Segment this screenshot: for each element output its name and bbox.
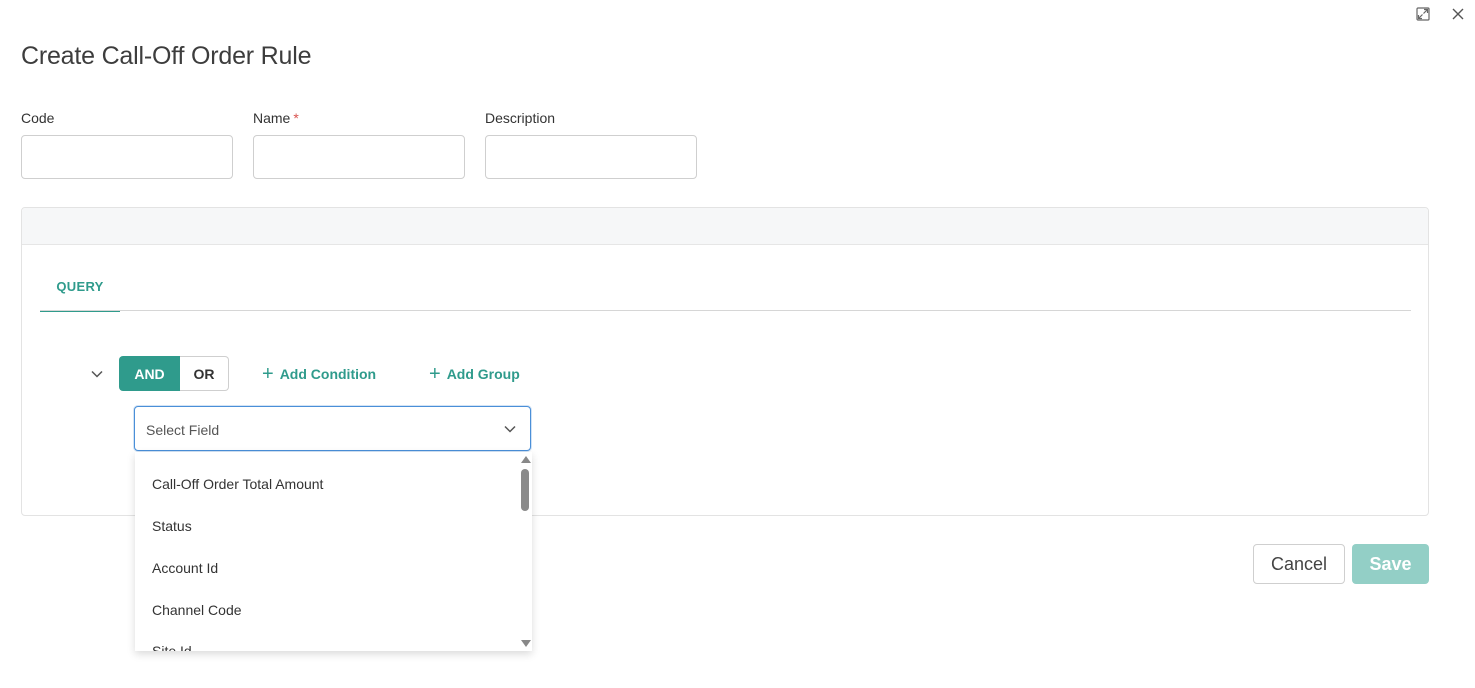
chevron-down-icon — [502, 421, 518, 442]
code-label: Code — [21, 110, 55, 126]
add-condition-button[interactable]: + Add Condition — [262, 364, 376, 384]
select-placeholder: Select Field — [146, 422, 220, 438]
and-button[interactable]: AND — [119, 356, 180, 391]
description-label: Description — [485, 110, 556, 126]
chevron-down-icon[interactable] — [88, 365, 106, 383]
code-input[interactable] — [21, 135, 233, 179]
scrollbar-thumb[interactable] — [521, 469, 529, 511]
required-asterisk: * — [293, 110, 299, 126]
tab-query[interactable]: QUERY — [40, 278, 120, 312]
name-label: Name * — [253, 110, 299, 126]
list-item[interactable]: Site Id — [152, 643, 192, 651]
tabs-divider — [40, 310, 1411, 311]
close-icon[interactable] — [1450, 6, 1466, 22]
plus-icon: + — [262, 363, 274, 385]
plus-icon: + — [429, 363, 441, 385]
cancel-button[interactable]: Cancel — [1253, 544, 1345, 584]
scrollbar[interactable] — [518, 452, 532, 651]
dialog-title: Create Call-Off Order Rule — [21, 42, 312, 70]
panel-header — [22, 208, 1428, 245]
select-field-dropdown[interactable]: Select Field — [134, 406, 531, 451]
list-item[interactable]: Account Id — [152, 560, 218, 576]
list-item[interactable]: Status — [152, 518, 192, 534]
scroll-up-arrow-icon[interactable] — [521, 456, 531, 463]
list-item[interactable]: Call-Off Order Total Amount — [152, 476, 323, 492]
select-options-list: Call-Off Order Total Amount Status Accou… — [135, 452, 532, 651]
save-button[interactable]: Save — [1352, 544, 1429, 584]
and-or-toggle: AND OR — [119, 356, 229, 391]
name-input[interactable] — [253, 135, 465, 179]
add-group-button[interactable]: + Add Group — [429, 364, 520, 384]
scroll-down-arrow-icon[interactable] — [521, 640, 531, 647]
or-button[interactable]: OR — [180, 356, 229, 391]
description-input[interactable] — [485, 135, 697, 179]
expand-icon[interactable] — [1415, 6, 1431, 22]
list-item[interactable]: Channel Code — [152, 602, 242, 618]
